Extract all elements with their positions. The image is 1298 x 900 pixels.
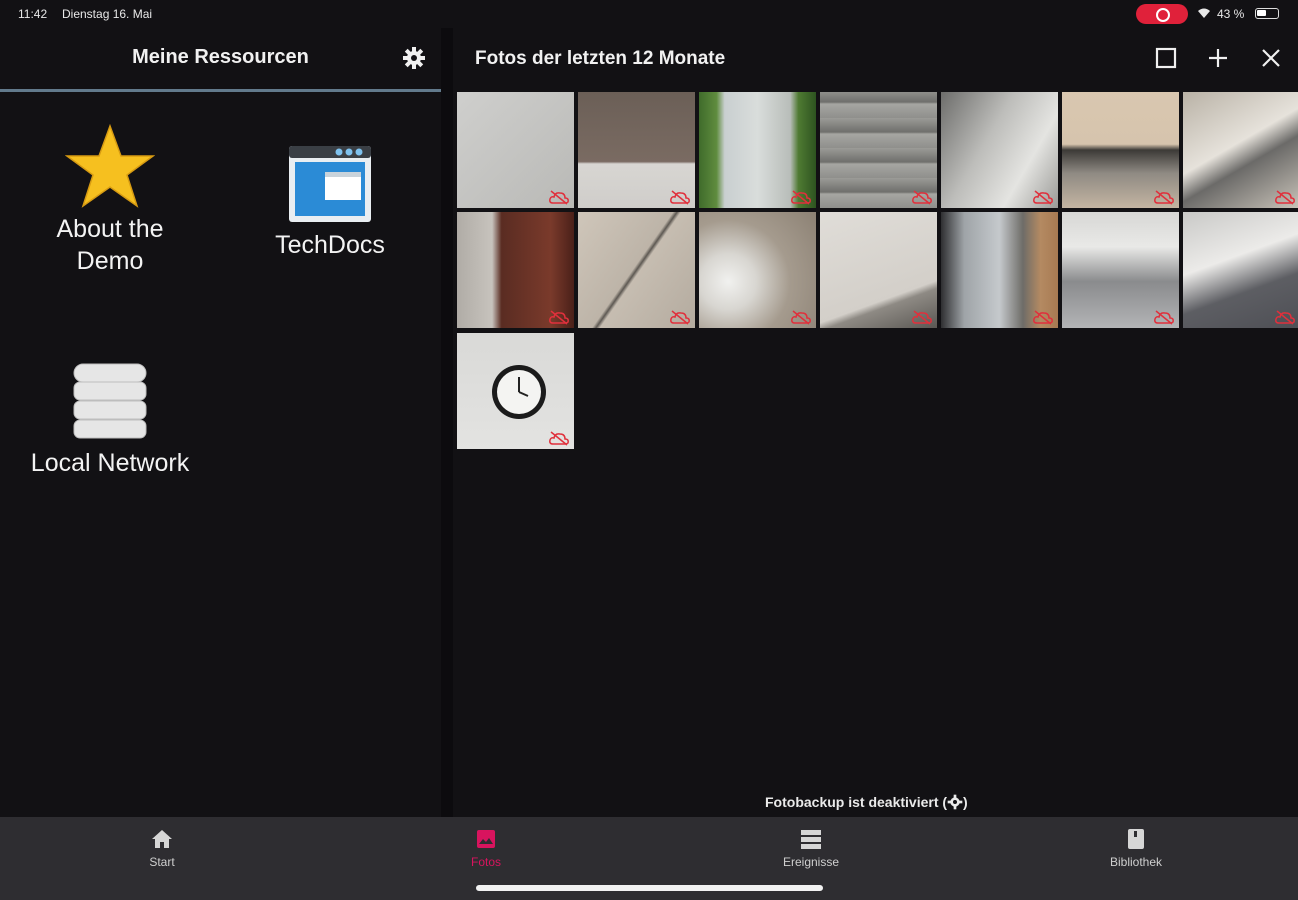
resources-panel: Meine Ressourcen About the Demo TechDocs…	[0, 28, 441, 817]
cloud-off-icon	[549, 431, 569, 446]
close-icon[interactable]	[1258, 45, 1284, 71]
resources-divider	[0, 89, 441, 92]
tab-fotos[interactable]: Fotos	[426, 827, 546, 869]
status-date: Dienstag 16. Mai	[62, 7, 153, 21]
cloud-off-icon	[549, 190, 569, 205]
photo-thumbnail[interactable]	[1062, 212, 1179, 328]
cloud-off-icon	[1154, 310, 1174, 325]
photo-thumbnail[interactable]	[699, 92, 816, 208]
photo-thumbnail[interactable]	[1062, 92, 1179, 208]
tab-label: Bibliothek	[1109, 855, 1163, 869]
browser-window-icon	[289, 146, 371, 222]
star-icon	[64, 123, 156, 208]
cloud-off-icon	[670, 190, 690, 205]
cloud-off-icon	[1154, 190, 1174, 205]
clock-icon	[492, 365, 546, 419]
photo-icon	[477, 830, 495, 848]
photo-thumbnail[interactable]	[941, 92, 1058, 208]
tab-start[interactable]: Start	[102, 827, 222, 869]
wifi-icon	[1198, 8, 1210, 18]
resources-title: Meine Ressourcen	[132, 46, 309, 68]
cloud-off-icon	[670, 310, 690, 325]
photo-thumbnail[interactable]	[820, 92, 937, 208]
select-square-icon[interactable]	[1153, 45, 1179, 71]
home-indicator[interactable]	[476, 885, 823, 891]
tab-bibliothek[interactable]: Bibliothek	[1076, 827, 1196, 869]
panel-separator	[441, 28, 453, 817]
photo-thumbnail[interactable]	[578, 92, 695, 208]
resource-label: About the Demo	[56, 215, 164, 275]
cloud-off-icon	[1033, 310, 1053, 325]
plus-icon[interactable]	[1205, 45, 1231, 71]
cloud-off-icon	[1033, 190, 1053, 205]
photo-thumbnail[interactable]	[457, 212, 574, 328]
photos-title: Fotos der letzten 12 Monate	[475, 48, 726, 69]
photo-thumbnail[interactable]	[578, 212, 695, 328]
home-icon	[152, 830, 172, 848]
gear-icon[interactable]	[947, 794, 963, 810]
cloud-off-icon	[1275, 310, 1295, 325]
photo-thumbnail[interactable]	[820, 212, 937, 328]
cloud-off-icon	[791, 310, 811, 325]
status-bar: 11:42 Dienstag 16. Mai 43 %	[0, 0, 1298, 28]
resource-label: TechDocs	[275, 231, 385, 259]
cloud-off-icon	[912, 190, 932, 205]
resource-about-the-demo[interactable]: About the Demo	[10, 123, 210, 277]
gear-icon[interactable]	[402, 46, 426, 70]
status-time: 11:42	[18, 7, 48, 21]
photo-thumbnail[interactable]	[457, 92, 574, 208]
list-icon	[801, 830, 821, 849]
photo-thumbnail[interactable]	[1183, 212, 1298, 328]
book-icon	[1128, 829, 1144, 849]
cloud-off-icon	[549, 310, 569, 325]
tab-label: Ereignisse	[782, 855, 840, 869]
tab-ereignisse[interactable]: Ereignisse	[751, 827, 871, 869]
database-icon	[73, 363, 147, 439]
tab-label: Start	[149, 855, 175, 869]
tab-label: Fotos	[470, 855, 501, 869]
resource-label: Local Network	[30, 449, 190, 477]
photo-thumbnail[interactable]	[457, 333, 574, 449]
cloud-off-icon	[791, 190, 811, 205]
photo-thumbnail[interactable]	[1183, 92, 1298, 208]
cloud-off-icon	[1275, 190, 1295, 205]
battery-percent: 43 %	[1217, 7, 1245, 21]
photos-panel: Fotos der letzten 12 Monate Fotobackup i…	[453, 28, 1298, 817]
photo-thumbnail[interactable]	[699, 212, 816, 328]
resource-techdocs[interactable]: TechDocs	[230, 144, 430, 261]
cloud-off-icon	[912, 310, 932, 325]
resource-local-network[interactable]: Local Network	[10, 360, 210, 479]
backup-status-note[interactable]: Fotobackup ist deaktiviert ( )	[765, 794, 968, 810]
photo-thumbnail[interactable]	[941, 212, 1058, 328]
screen-recording-indicator[interactable]	[1136, 4, 1188, 24]
battery-icon	[1255, 8, 1279, 19]
